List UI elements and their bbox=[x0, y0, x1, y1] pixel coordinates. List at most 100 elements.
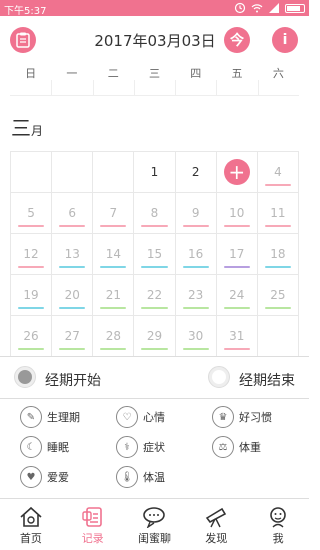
calendar-day[interactable]: 2 bbox=[175, 152, 217, 193]
calendar-empty-cell bbox=[93, 152, 135, 193]
calendar-day[interactable]: 20 bbox=[52, 275, 94, 316]
cycle-indicator-bar bbox=[223, 225, 250, 227]
nav-home[interactable]: 首页 bbox=[0, 499, 62, 550]
feature-weight[interactable]: ⚖ 体重 bbox=[212, 436, 261, 458]
clipboard-button[interactable] bbox=[10, 27, 36, 53]
calendar-day[interactable]: 9 bbox=[175, 193, 217, 234]
calendar-day[interactable]: 23 bbox=[175, 275, 217, 316]
weekday-label: 二 bbox=[92, 60, 134, 96]
cycle-indicator-bar bbox=[182, 266, 209, 268]
calendar-day[interactable]: 30 bbox=[175, 316, 217, 357]
info-button[interactable]: i bbox=[272, 27, 298, 53]
calendar-day[interactable]: 27 bbox=[52, 316, 94, 357]
add-icon[interactable]: + bbox=[223, 159, 250, 185]
feature-sleep[interactable]: ☾ 睡眠 bbox=[20, 436, 69, 458]
chat-icon bbox=[141, 504, 167, 530]
feature-label: 睡眠 bbox=[47, 441, 69, 454]
scale-icon: ⚖ bbox=[212, 436, 234, 458]
day-number: 1 bbox=[150, 165, 159, 179]
calendar-day[interactable]: 11 bbox=[257, 193, 299, 234]
calendar-day[interactable]: 18 bbox=[257, 234, 299, 275]
header-date[interactable]: 2017年03月03日 bbox=[70, 30, 240, 51]
day-number: 23 bbox=[187, 288, 204, 302]
cycle-indicator-bar bbox=[100, 225, 127, 227]
feature-mood[interactable]: ♡ 心情 bbox=[116, 406, 165, 428]
clipboard-icon bbox=[16, 32, 30, 48]
calendar-day[interactable]: 25 bbox=[257, 275, 299, 316]
cycle-indicator-bar bbox=[223, 307, 250, 309]
cycle-indicator-bar bbox=[182, 307, 209, 309]
feature-love[interactable]: ♥ 爱爱 bbox=[20, 466, 69, 488]
cycle-indicator-bar bbox=[223, 266, 250, 268]
cycle-indicator-bar bbox=[100, 266, 127, 268]
nav-label: 记录 bbox=[81, 531, 104, 545]
add-period-cell[interactable]: + bbox=[216, 152, 258, 193]
period-start-radio[interactable] bbox=[14, 366, 36, 388]
period-toggle-row: 经期开始 经期结束 bbox=[0, 356, 309, 399]
cycle-indicator-bar bbox=[18, 348, 45, 350]
day-number: 28 bbox=[105, 329, 121, 343]
calendar-day[interactable]: 7 bbox=[93, 193, 135, 234]
calendar-day[interactable]: 5 bbox=[11, 193, 53, 234]
calendar-day[interactable]: 13 bbox=[52, 234, 94, 275]
month-suffix: 月 bbox=[31, 124, 44, 138]
calendar-day[interactable]: 24 bbox=[216, 275, 258, 316]
calendar-day[interactable]: 19 bbox=[11, 275, 53, 316]
calendar-day[interactable]: 8 bbox=[134, 193, 176, 234]
calendar-day[interactable]: 26 bbox=[11, 316, 53, 357]
feature-temperature[interactable]: 🌡 体温 bbox=[116, 466, 165, 488]
feature-physiology[interactable]: ✎ 生理期 bbox=[20, 406, 80, 428]
calendar-day[interactable]: 21 bbox=[93, 275, 135, 316]
nav-label: 闺蜜聊 bbox=[137, 531, 171, 545]
weekday-label: 日 bbox=[25, 67, 37, 80]
nav-records[interactable]: 记录 bbox=[62, 499, 124, 550]
period-end-radio[interactable] bbox=[208, 366, 230, 388]
calendar-day[interactable]: 22 bbox=[134, 275, 176, 316]
calendar-day[interactable]: 12 bbox=[11, 234, 53, 275]
cycle-indicator-bar bbox=[18, 307, 45, 309]
day-number: 15 bbox=[146, 247, 163, 261]
nav-discover[interactable]: 发现 bbox=[185, 499, 247, 550]
cycle-indicator-bar bbox=[223, 348, 250, 350]
nav-chat[interactable]: 闺蜜聊 bbox=[124, 499, 186, 550]
alarm-icon bbox=[234, 2, 246, 14]
calendar-day[interactable]: 15 bbox=[134, 234, 176, 275]
nav-me[interactable]: 我 bbox=[247, 499, 309, 550]
calendar-day[interactable]: 28 bbox=[93, 316, 135, 357]
feature-label: 症状 bbox=[143, 441, 165, 454]
calendar-empty-cell bbox=[257, 316, 299, 357]
calendar-day[interactable]: 10 bbox=[216, 193, 258, 234]
records-icon bbox=[80, 504, 106, 530]
home-icon bbox=[18, 504, 44, 530]
pad-icon: ✎ bbox=[20, 406, 42, 428]
day-number: 20 bbox=[64, 288, 80, 302]
calendar-day[interactable]: 29 bbox=[134, 316, 176, 357]
period-start-label: 经期开始 bbox=[45, 373, 101, 389]
day-number: 27 bbox=[64, 329, 80, 343]
calendar-day[interactable]: 14 bbox=[93, 234, 135, 275]
calendar-day[interactable]: 1 bbox=[134, 152, 176, 193]
feature-symptoms[interactable]: ⚕ 症状 bbox=[116, 436, 165, 458]
cycle-indicator-bar bbox=[59, 266, 86, 268]
radio-dot bbox=[212, 370, 226, 384]
calendar-day[interactable]: 16 bbox=[175, 234, 217, 275]
feature-label: 心情 bbox=[143, 411, 165, 424]
hearts-icon: ♥ bbox=[20, 466, 42, 488]
calendar-day[interactable]: 17 bbox=[216, 234, 258, 275]
day-number: 18 bbox=[270, 247, 286, 261]
nav-label: 我 bbox=[272, 531, 284, 545]
feature-habits[interactable]: ♛ 好习惯 bbox=[212, 406, 272, 428]
calendar-day[interactable]: 6 bbox=[52, 193, 94, 234]
day-number: 17 bbox=[229, 247, 245, 261]
calendar-day[interactable]: 31 bbox=[216, 316, 258, 357]
weekday-label: 一 bbox=[51, 60, 92, 96]
day-number: 5 bbox=[27, 206, 35, 220]
today-button[interactable]: 今 bbox=[224, 27, 250, 53]
day-number: 19 bbox=[23, 288, 39, 302]
record-features: ✎ 生理期 ♡ 心情 ♛ 好习惯 ☾ 睡眠 ⚕ 症状 ⚖ 体重 ♥ 爱爱 🌡 体温 bbox=[0, 401, 309, 496]
calendar-empty-cell bbox=[11, 152, 53, 193]
calendar-day[interactable]: 4 bbox=[257, 152, 299, 193]
battery-icon bbox=[285, 3, 305, 13]
cycle-indicator-bar bbox=[59, 307, 86, 309]
telescope-icon bbox=[203, 504, 229, 530]
